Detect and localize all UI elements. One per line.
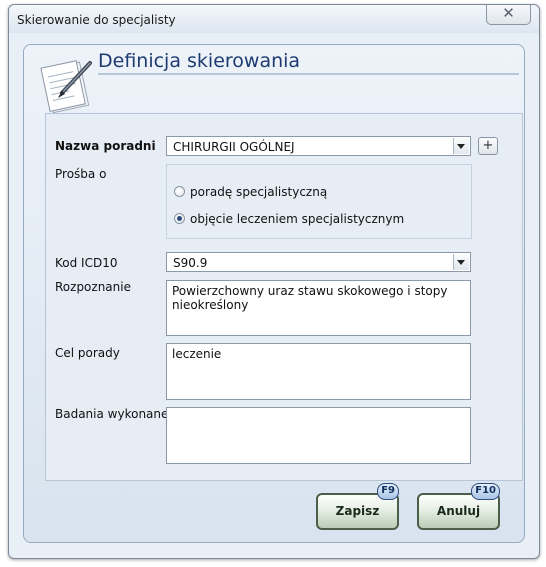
title-bar[interactable]: Skierowanie do specjalisty ✕ [9,4,539,33]
kod-icd10-value: S90.9 [173,256,208,270]
dialog-window: Skierowanie do specjalisty ✕ Definicja s… [8,4,540,559]
cel-porady-label: Cel porady [55,346,120,360]
nazwa-poradni-label: Nazwa poradni [55,139,156,153]
save-shortcut-badge: F9 [377,483,399,500]
dialog-content: Definicja skierowania Nazwa poradni CHIR… [23,44,525,543]
cancel-button[interactable]: Anuluj F10 [417,483,500,530]
header-divider [98,73,519,75]
prosba-label: Prośba o [55,167,107,181]
form-panel: Nazwa poradni CHIRURGII OGÓLNEJ + Prośba… [45,113,523,481]
close-icon: ✕ [502,4,515,22]
kod-icd10-select[interactable]: S90.9 [166,252,471,272]
save-button[interactable]: Zapisz F9 [316,483,399,530]
document-pen-icon [40,60,92,113]
radio-porade-label: poradę specjalistyczną [190,185,328,199]
cancel-shortcut-badge: F10 [471,483,500,500]
cancel-button-label: Anuluj [436,504,481,518]
close-button[interactable]: ✕ [486,4,531,25]
chevron-down-icon[interactable] [453,138,469,154]
prosba-radio-group: poradę specjalistyczną objęcie leczeniem… [166,164,472,239]
chevron-down-icon[interactable] [453,254,469,270]
badania-textarea[interactable] [166,407,471,464]
kod-icd10-label: Kod ICD10 [55,256,118,270]
rozpoznanie-label: Rozpoznanie [55,280,131,294]
save-button-label: Zapisz [335,504,380,518]
nazwa-poradni-value: CHIRURGII OGÓLNEJ [173,140,295,154]
window-title: Skierowanie do specjalisty [17,13,176,27]
rozpoznanie-textarea[interactable]: Powierzchowny uraz stawu skokowego i sto… [166,280,471,336]
cel-porady-textarea[interactable]: leczenie [166,343,471,400]
page-title: Definicja skierowania [98,50,301,72]
radio-objecie-label: objęcie leczeniem specjalistycznym [190,212,405,226]
radio-objecie-indicator[interactable] [174,213,185,224]
radio-porade-indicator[interactable] [174,186,185,197]
nazwa-poradni-select[interactable]: CHIRURGII OGÓLNEJ [166,136,471,156]
badania-label: Badania wykonane [55,407,169,421]
add-poradnia-button[interactable]: + [478,137,498,155]
